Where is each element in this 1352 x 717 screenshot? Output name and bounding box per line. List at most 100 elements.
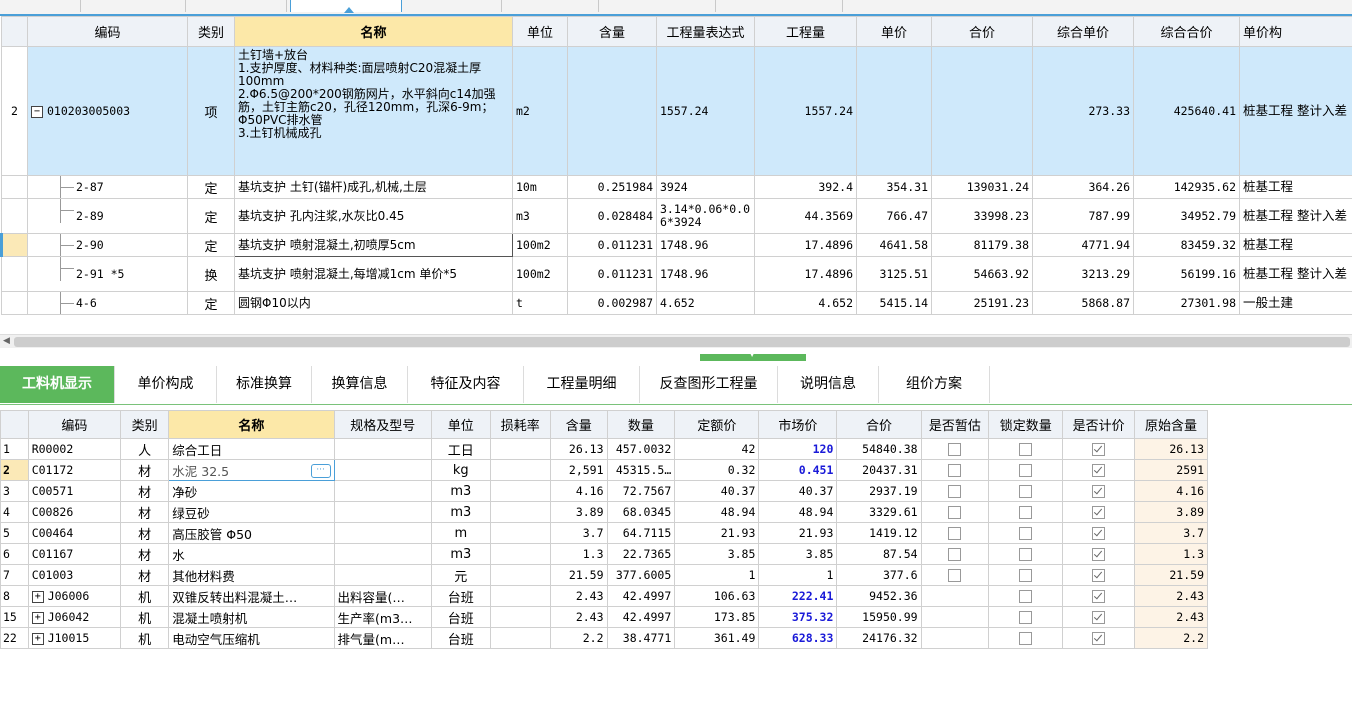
quota-comp-total[interactable]: 142935.62 <box>1133 175 1240 199</box>
quota-code[interactable]: 2-90 <box>27 233 188 257</box>
quota-code[interactable]: 2-89 <box>27 198 188 234</box>
resource-orig-content[interactable]: 3.89 <box>1134 501 1208 523</box>
resource-name[interactable]: 双锥反转出料混凝土… <box>168 585 335 607</box>
resource-loss-rate[interactable] <box>489 543 552 565</box>
resource-spec[interactable]: 生产率(m3… <box>333 606 433 628</box>
header-type[interactable]: 类别 <box>187 16 235 47</box>
quota-unit[interactable]: 100m2 <box>512 256 568 292</box>
resource-market-price[interactable]: 628.33 <box>758 627 838 649</box>
resource-quantity[interactable]: 38.4771 <box>606 627 676 649</box>
resource-orig-content[interactable]: 3.7 <box>1134 522 1208 544</box>
header-total[interactable]: 合价 <box>836 410 922 439</box>
resource-market-price[interactable]: 21.93 <box>758 522 838 544</box>
header-provisional[interactable]: 是否暂估 <box>920 410 990 439</box>
resource-code-cell[interactable]: C00571 <box>27 480 122 502</box>
priced-checkbox[interactable] <box>1092 590 1106 603</box>
resource-market-price[interactable]: 1 <box>758 564 838 586</box>
priced-checkbox[interactable] <box>1092 506 1106 519</box>
resource-name[interactable]: 绿豆砂 <box>168 501 335 523</box>
resource-loss-rate[interactable] <box>489 606 552 628</box>
resource-base-price[interactable]: 1 <box>674 564 760 586</box>
quota-row[interactable]: 4-6 定 圆钢Φ10以内 t 0.002987 4.652 4.652 541… <box>1 291 1352 315</box>
resource-content[interactable]: 2.43 <box>550 606 608 628</box>
quota-name[interactable]: 圆钢Φ10以内 <box>234 291 513 315</box>
header-comp-total[interactable]: 综合合价 <box>1133 16 1240 47</box>
quota-quantity[interactable]: 44.3569 <box>754 198 857 234</box>
top-tab[interactable] <box>599 0 716 12</box>
splitter-grip[interactable]: ▼ <box>700 349 806 361</box>
resource-unit[interactable]: 台班 <box>431 627 491 649</box>
quota-comp-price[interactable]: 364.26 <box>1032 175 1134 199</box>
quota-code[interactable]: 2-87 <box>27 175 188 199</box>
quota-unit[interactable]: t <box>512 291 568 315</box>
resource-base-price[interactable]: 3.85 <box>674 543 760 565</box>
item-comp-total[interactable]: 425640.41 <box>1133 46 1240 176</box>
resource-quantity[interactable]: 45315.5… <box>606 459 676 481</box>
resource-spec[interactable]: 出料容量(… <box>333 585 433 607</box>
lock-qty-checkbox[interactable] <box>1019 548 1033 561</box>
item-comp-price[interactable]: 273.33 <box>1032 46 1134 176</box>
resource-code-cell[interactable]: R00002 <box>27 438 122 460</box>
quota-comp-price[interactable]: 5868.87 <box>1032 291 1134 315</box>
priced-checkbox[interactable] <box>1092 443 1106 456</box>
resource-content[interactable]: 2.2 <box>550 627 608 649</box>
resource-unit[interactable]: kg <box>431 459 491 481</box>
resource-row[interactable]: 3 C00571 材净砂 m3 4.16 72.7567 40.37 40.37 2937.19… <box>0 480 1208 502</box>
resource-orig-content[interactable]: 2.43 <box>1134 585 1208 607</box>
quota-comp-total[interactable]: 27301.98 <box>1133 291 1240 315</box>
quota-unit[interactable]: 100m2 <box>512 233 568 257</box>
resource-quantity[interactable]: 42.4997 <box>606 585 676 607</box>
tab-pricing-scheme[interactable]: 组价方案 <box>879 366 990 403</box>
resource-code-cell[interactable]: + J06006 <box>27 585 122 607</box>
resource-code-cell[interactable]: C01172 <box>27 459 122 481</box>
header-code[interactable]: 编码 <box>27 16 188 47</box>
quota-row[interactable]: 2-89 定 基坑支护 孔内注浆,水灰比0.45 m3 0.028484 3.1… <box>1 198 1352 234</box>
provisional-checkbox[interactable] <box>948 464 962 477</box>
collapse-icon[interactable]: − <box>31 105 43 118</box>
resource-quantity[interactable]: 22.7365 <box>606 543 676 565</box>
quota-price[interactable]: 354.31 <box>856 175 932 199</box>
quota-price[interactable]: 4641.58 <box>856 233 932 257</box>
quota-content[interactable]: 0.011231 <box>567 256 657 292</box>
quota-row-current[interactable]: 2-90 定 基坑支护 喷射混凝土,初喷厚5cm 100m2 0.011231 … <box>0 233 1352 257</box>
header-name[interactable]: 名称 <box>234 16 513 47</box>
header-name[interactable]: 名称 <box>168 410 335 439</box>
lock-qty-checkbox[interactable] <box>1019 527 1033 540</box>
header-base-price[interactable]: 定额价 <box>674 410 760 439</box>
resource-base-price[interactable]: 0.32 <box>674 459 760 481</box>
priced-checkbox[interactable] <box>1092 548 1106 561</box>
resource-name[interactable]: 其他材料费 <box>168 564 335 586</box>
resource-name[interactable]: 净砂 <box>168 480 335 502</box>
scroll-left-icon[interactable]: ◀ <box>3 336 10 346</box>
lock-qty-checkbox[interactable] <box>1019 506 1033 519</box>
expand-icon[interactable]: + <box>31 611 44 624</box>
expand-icon[interactable]: + <box>31 632 44 645</box>
resource-loss-rate[interactable] <box>489 480 552 502</box>
quota-content[interactable]: 0.251984 <box>567 175 657 199</box>
resource-spec[interactable] <box>333 564 433 586</box>
quota-price-structure[interactable]: 桩基工程 <box>1239 233 1352 257</box>
priced-checkbox[interactable] <box>1092 569 1106 582</box>
priced-checkbox[interactable] <box>1092 632 1106 645</box>
lock-qty-checkbox[interactable] <box>1019 464 1033 477</box>
resource-market-price[interactable]: 375.32 <box>758 606 838 628</box>
resource-spec[interactable]: 排气量(m… <box>333 627 433 649</box>
resource-orig-content[interactable]: 2.43 <box>1134 606 1208 628</box>
resource-name[interactable]: 高压胶管 Φ50 <box>168 522 335 544</box>
scrollbar-thumb[interactable] <box>14 337 1350 347</box>
quota-unit[interactable]: m3 <box>512 198 568 234</box>
item-content[interactable] <box>567 46 657 176</box>
resource-spec[interactable] <box>333 543 433 565</box>
resource-name[interactable]: ··· 水泥 32.5 <box>168 459 335 481</box>
header-priced[interactable]: 是否计价 <box>1062 410 1136 439</box>
header-market-price[interactable]: 市场价 <box>758 410 838 439</box>
tab-notes[interactable]: 说明信息 <box>778 366 879 403</box>
top-tab[interactable] <box>81 0 186 12</box>
resource-spec[interactable] <box>333 438 433 460</box>
resource-base-price[interactable]: 48.94 <box>674 501 760 523</box>
horizontal-scrollbar[interactable]: ◀ <box>0 334 1352 349</box>
quota-price-structure[interactable]: 一般土建 <box>1239 291 1352 315</box>
header-orig-content[interactable]: 原始含量 <box>1134 410 1208 439</box>
item-expression[interactable]: 1557.24 <box>656 46 755 176</box>
expand-icon[interactable]: + <box>31 590 44 603</box>
